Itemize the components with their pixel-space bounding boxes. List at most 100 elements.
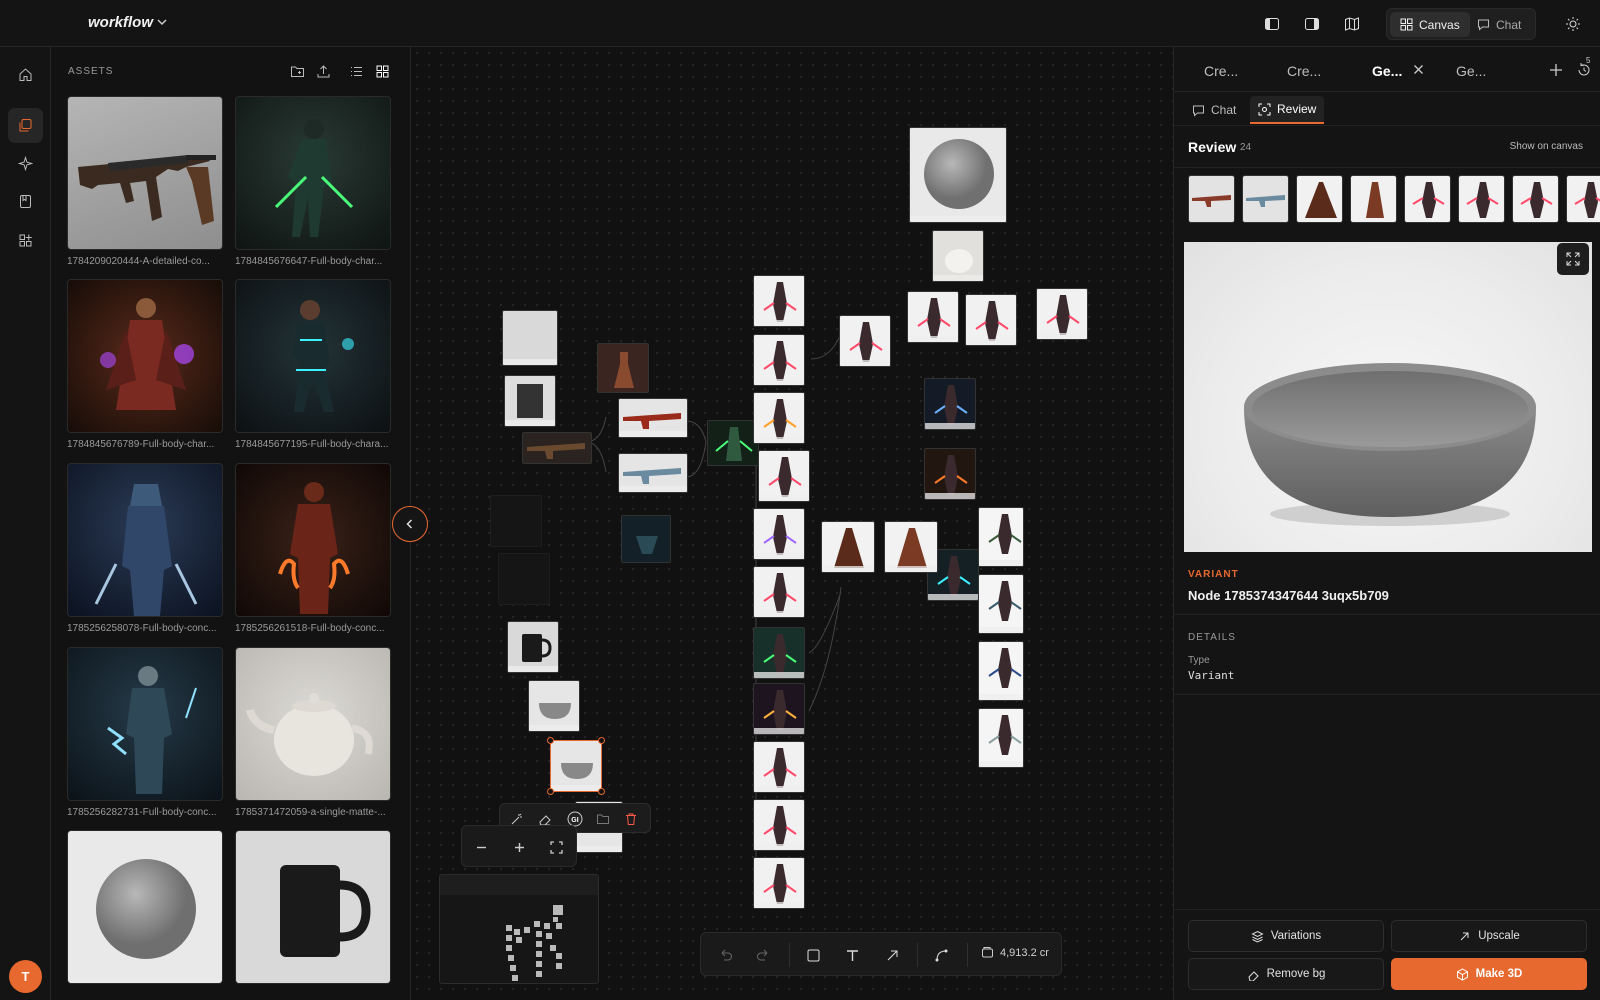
collapse-panel-button[interactable] xyxy=(392,506,428,542)
canvas-node-character[interactable] xyxy=(965,294,1017,346)
asset-card[interactable]: 1784845676789-Full-body-char... xyxy=(67,279,223,450)
canvas-node-character[interactable] xyxy=(924,378,976,430)
review-thumb-character[interactable] xyxy=(1458,175,1505,223)
rail-home-button[interactable] xyxy=(8,57,43,92)
canvas-node-character[interactable] xyxy=(924,448,976,500)
variations-button[interactable]: Variations xyxy=(1188,920,1384,952)
remove-bg-button[interactable]: Remove bg xyxy=(1188,958,1384,990)
new-folder-icon[interactable] xyxy=(288,62,306,80)
make-3d-button[interactable]: Make 3D xyxy=(1391,958,1587,990)
review-thumb-character[interactable] xyxy=(1404,175,1451,223)
canvas-node-bowl[interactable] xyxy=(528,680,580,732)
canvas-node-character[interactable] xyxy=(978,708,1024,768)
asset-card[interactable] xyxy=(235,830,391,984)
session-tab[interactable]: Ge... xyxy=(1456,63,1486,79)
workflow-canvas[interactable]: GI 4,913.2 cr xyxy=(411,47,1173,1000)
resize-handle[interactable] xyxy=(598,788,605,795)
canvas-node-character[interactable] xyxy=(753,799,805,851)
canvas-node-character[interactable] xyxy=(753,627,805,679)
canvas-node-character[interactable] xyxy=(978,574,1024,634)
canvas-node-character[interactable] xyxy=(753,857,805,909)
canvas-node-rifle-ice[interactable] xyxy=(618,453,688,493)
asset-card[interactable]: 1785256258078-Full-body-conc... xyxy=(67,463,223,634)
asset-card[interactable]: 1784845677195-Full-body-chara... xyxy=(235,279,391,450)
canvas-node-character[interactable] xyxy=(753,334,805,386)
rectangle-tool-icon[interactable] xyxy=(803,945,823,965)
session-tab[interactable]: Cre... xyxy=(1204,63,1238,79)
delete-trash-icon[interactable] xyxy=(622,810,640,828)
chevron-down-icon[interactable] xyxy=(156,16,168,28)
canvas-node-rifle[interactable] xyxy=(522,432,592,464)
zoom-in-icon[interactable] xyxy=(509,837,529,857)
canvas-node-character[interactable] xyxy=(753,275,805,327)
canvas-node-mug[interactable] xyxy=(502,310,558,366)
fit-view-icon[interactable] xyxy=(546,837,566,857)
canvas-node-character[interactable] xyxy=(839,315,891,367)
expand-preview-button[interactable] xyxy=(1557,243,1589,275)
right-panel-toggle-icon[interactable] xyxy=(1302,14,1322,34)
folder-icon[interactable] xyxy=(594,810,612,828)
canvas-node-robe[interactable] xyxy=(821,521,875,573)
canvas-node-character[interactable] xyxy=(753,741,805,793)
close-tab-icon[interactable] xyxy=(1413,64,1424,75)
canvas-node-character[interactable] xyxy=(753,683,805,735)
session-tab[interactable]: Cre... xyxy=(1287,63,1321,79)
review-thumb-character[interactable] xyxy=(1512,175,1559,223)
canvas-node-bowl-selected[interactable] xyxy=(550,740,602,792)
resize-handle[interactable] xyxy=(547,737,554,744)
canvas-node-robe[interactable] xyxy=(884,521,938,573)
rail-apps-button[interactable] xyxy=(8,223,43,258)
rail-assets-button[interactable] xyxy=(8,108,43,143)
canvas-node-black-mug[interactable] xyxy=(507,621,559,673)
canvas-node-character[interactable] xyxy=(907,291,959,343)
canvas-minimap[interactable] xyxy=(439,874,599,984)
connector-tool-icon[interactable] xyxy=(931,945,951,965)
asset-card[interactable]: 1785371472059-a-single-matte-... xyxy=(235,647,391,818)
canvas-node-character[interactable] xyxy=(597,343,649,393)
review-thumb-rifle[interactable] xyxy=(1242,175,1289,223)
canvas-node-character[interactable] xyxy=(978,507,1024,567)
chat-subtab[interactable]: Chat xyxy=(1184,96,1244,124)
canvas-mode-button[interactable]: Canvas xyxy=(1390,12,1470,37)
undo-icon[interactable] xyxy=(715,945,735,965)
asset-card[interactable]: 1784209020444-A-detailed-co... xyxy=(67,96,223,267)
canvas-node-character[interactable] xyxy=(758,450,810,502)
canvas-node-character[interactable] xyxy=(978,641,1024,701)
user-avatar[interactable]: T xyxy=(9,960,42,993)
arrow-tool-icon[interactable] xyxy=(882,945,902,965)
upscale-button[interactable]: Upscale xyxy=(1391,920,1587,952)
grid-view-icon[interactable] xyxy=(373,62,391,80)
add-tab-icon[interactable] xyxy=(1549,63,1563,77)
show-on-canvas-link[interactable]: Show on canvas xyxy=(1510,141,1583,152)
session-tab-active[interactable]: Ge... xyxy=(1372,63,1402,79)
canvas-node-rifle-red[interactable] xyxy=(618,398,688,438)
asset-card[interactable]: 1785256261518-Full-body-conc... xyxy=(235,463,391,634)
review-subtab[interactable]: Review xyxy=(1250,96,1325,124)
review-thumb-robe[interactable] xyxy=(1350,175,1397,223)
text-tool-icon[interactable] xyxy=(842,945,862,965)
canvas-node-character[interactable] xyxy=(753,392,805,444)
canvas-node-teapot[interactable] xyxy=(932,230,984,282)
canvas-node-character-green[interactable] xyxy=(707,420,759,466)
canvas-node-sphere[interactable] xyxy=(909,127,1007,223)
resize-handle[interactable] xyxy=(547,788,554,795)
workflow-title[interactable]: workflow xyxy=(88,14,153,31)
review-thumb-rifle[interactable] xyxy=(1188,175,1235,223)
review-thumb-cloak[interactable] xyxy=(1296,175,1343,223)
canvas-node-placeholder[interactable] xyxy=(490,495,542,547)
canvas-node-character[interactable] xyxy=(753,566,805,618)
resize-handle[interactable] xyxy=(598,737,605,744)
canvas-node-character[interactable] xyxy=(1036,288,1088,340)
asset-card[interactable] xyxy=(67,830,223,984)
chat-mode-button[interactable]: Chat xyxy=(1467,12,1531,37)
theme-sun-icon[interactable] xyxy=(1563,14,1583,34)
upload-icon[interactable] xyxy=(314,62,332,80)
canvas-node-character[interactable] xyxy=(753,508,805,560)
rail-generate-button[interactable] xyxy=(8,146,43,181)
map-icon[interactable] xyxy=(1342,14,1362,34)
review-preview-image[interactable] xyxy=(1184,242,1592,552)
canvas-node-character-cyan[interactable] xyxy=(621,515,671,563)
asset-card[interactable]: 1785256282731-Full-body-conc... xyxy=(67,647,223,818)
list-view-icon[interactable] xyxy=(347,62,365,80)
review-thumb-character[interactable] xyxy=(1566,175,1600,223)
